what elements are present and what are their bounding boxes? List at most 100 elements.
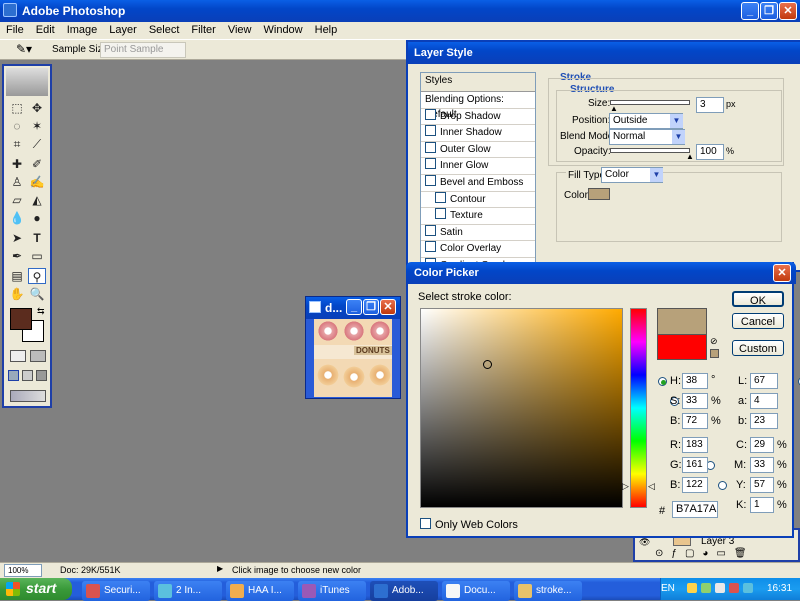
style-item-checkbox[interactable] bbox=[425, 108, 436, 120]
menu-image[interactable]: Image bbox=[61, 22, 104, 36]
document-canvas[interactable]: DONUTS bbox=[314, 319, 392, 397]
screen-mode-standard-icon[interactable] bbox=[8, 370, 19, 381]
style-item-checkbox[interactable] bbox=[425, 224, 436, 236]
notes-icon[interactable]: ▤ bbox=[8, 268, 26, 284]
saturation-brightness-field[interactable] bbox=[420, 308, 623, 508]
minimize-button[interactable]: _ bbox=[741, 2, 759, 20]
ok-button[interactable]: OK bbox=[732, 291, 784, 307]
magic-wand-icon[interactable]: ✶ bbox=[28, 118, 46, 134]
standard-mode-icon[interactable] bbox=[10, 350, 26, 362]
style-item-checkbox[interactable] bbox=[435, 208, 446, 220]
color-picker-close-button[interactable]: ✕ bbox=[773, 264, 791, 282]
swap-colors-icon[interactable]: ⇆ bbox=[37, 306, 45, 317]
position-dropdown-icon[interactable]: ▼ bbox=[670, 114, 683, 128]
size-slider[interactable] bbox=[610, 100, 690, 105]
magenta-input[interactable]: 33 bbox=[750, 457, 774, 473]
brush-icon[interactable]: ✐ bbox=[28, 156, 46, 172]
history-brush-icon[interactable]: ✍ bbox=[28, 174, 46, 190]
eyedropper-tool-icon[interactable]: ⚲ bbox=[28, 268, 46, 284]
stroke-color-swatch[interactable] bbox=[588, 188, 610, 200]
black-input[interactable]: 1 bbox=[750, 497, 774, 513]
b-channel-input[interactable]: 23 bbox=[750, 413, 778, 429]
path-select-icon[interactable]: ➤ bbox=[8, 230, 26, 246]
size-slider-thumb[interactable]: ▲ bbox=[610, 104, 618, 113]
healing-brush-icon[interactable]: ✚ bbox=[8, 156, 26, 172]
brightness-input[interactable]: 72 bbox=[682, 413, 708, 429]
style-item-checkbox[interactable] bbox=[435, 191, 446, 203]
style-item[interactable]: Satin bbox=[421, 224, 535, 242]
slice-icon[interactable]: ⟋ bbox=[28, 136, 46, 152]
blend-mode-dropdown-icon[interactable]: ▼ bbox=[672, 130, 685, 144]
style-item[interactable]: Outer Glow bbox=[421, 141, 535, 159]
hue-input[interactable]: 38 bbox=[682, 373, 708, 389]
menu-view[interactable]: View bbox=[222, 22, 258, 36]
only-web-colors-box[interactable] bbox=[420, 518, 431, 529]
size-input[interactable]: 3 bbox=[696, 97, 724, 113]
menu-select[interactable]: Select bbox=[143, 22, 186, 36]
eraser-icon[interactable]: ▱ bbox=[8, 192, 26, 208]
style-item-checkbox[interactable] bbox=[425, 125, 436, 137]
taskbar-button[interactable]: HAA I... bbox=[226, 581, 294, 601]
opacity-slider-thumb[interactable]: ▲ bbox=[686, 152, 694, 161]
zoom-icon[interactable]: 🔍 bbox=[28, 286, 46, 302]
style-item[interactable]: Color Overlay bbox=[421, 241, 535, 258]
status-arrow-icon[interactable]: ▶ bbox=[217, 564, 223, 573]
style-item[interactable]: Inner Glow bbox=[421, 158, 535, 175]
menu-filter[interactable]: Filter bbox=[185, 22, 221, 36]
screen-mode-full-icon[interactable] bbox=[36, 370, 47, 381]
hex-input[interactable]: B7A17A bbox=[672, 501, 718, 518]
taskbar-button[interactable]: Securi... bbox=[82, 581, 150, 601]
hand-icon[interactable]: ✋ bbox=[8, 286, 26, 302]
cancel-button[interactable]: Cancel bbox=[732, 313, 784, 329]
opacity-input[interactable]: 100 bbox=[696, 144, 724, 160]
hue-arrow-right-icon[interactable]: ◁ bbox=[648, 481, 655, 492]
saturation-input[interactable]: 33 bbox=[682, 393, 708, 409]
start-button[interactable]: start bbox=[0, 578, 72, 600]
hue-slider[interactable] bbox=[630, 308, 647, 508]
style-item-checkbox[interactable] bbox=[425, 241, 436, 253]
style-item-checkbox[interactable] bbox=[425, 174, 436, 186]
cyan-input[interactable]: 29 bbox=[750, 437, 774, 453]
taskbar-button[interactable]: Adob... bbox=[370, 581, 438, 601]
style-item[interactable]: Contour bbox=[421, 191, 535, 209]
menu-help[interactable]: Help bbox=[309, 22, 344, 36]
style-item[interactable]: Drop Shadow bbox=[421, 108, 535, 126]
only-web-colors-checkbox[interactable]: Only Web Colors bbox=[420, 518, 518, 531]
color-cursor-icon[interactable] bbox=[482, 360, 492, 369]
opacity-slider[interactable] bbox=[610, 148, 690, 153]
gamut-warning-icon[interactable]: ⊘ bbox=[710, 336, 718, 347]
maximize-button[interactable]: ❐ bbox=[760, 2, 778, 20]
menu-file[interactable]: File bbox=[0, 22, 30, 36]
yellow-input[interactable]: 57 bbox=[750, 477, 774, 493]
taskbar-button[interactable]: stroke... bbox=[514, 581, 582, 601]
menu-edit[interactable]: Edit bbox=[30, 22, 61, 36]
document-close-button[interactable]: ✕ bbox=[380, 299, 396, 315]
pen-icon[interactable]: ✒ bbox=[8, 248, 26, 264]
lightness-input[interactable]: 67 bbox=[750, 373, 778, 389]
type-icon[interactable]: T bbox=[28, 230, 46, 246]
marquee-icon[interactable]: ⬚ bbox=[8, 100, 26, 116]
current-color-swatch[interactable] bbox=[657, 334, 707, 360]
move-icon[interactable]: ✥ bbox=[28, 100, 46, 116]
custom-button[interactable]: Custom bbox=[732, 340, 784, 356]
hue-radio[interactable] bbox=[658, 377, 667, 386]
zoom-level[interactable]: 100% bbox=[4, 564, 42, 577]
style-item[interactable]: Inner Shadow bbox=[421, 125, 535, 142]
red-input[interactable]: 183 bbox=[682, 437, 708, 453]
bucket-icon[interactable]: ◭ bbox=[28, 192, 46, 208]
style-item-checkbox[interactable] bbox=[425, 158, 436, 170]
blur-icon[interactable]: 💧 bbox=[8, 210, 26, 226]
style-item[interactable]: Texture bbox=[421, 208, 535, 225]
eyedropper-icon[interactable]: ✎▾ bbox=[16, 42, 32, 56]
dodge-icon[interactable]: ● bbox=[28, 210, 46, 226]
taskbar-button[interactable]: iTunes bbox=[298, 581, 366, 601]
menu-layer[interactable]: Layer bbox=[103, 22, 143, 36]
web-safe-swatch[interactable] bbox=[710, 349, 719, 358]
tray-icon-5[interactable] bbox=[743, 583, 753, 593]
document-minimize-button[interactable]: _ bbox=[346, 299, 362, 315]
quickmask-mode-icon[interactable] bbox=[30, 350, 46, 362]
stamp-icon[interactable]: ♙ bbox=[8, 174, 26, 190]
imageready-icon[interactable] bbox=[10, 390, 46, 402]
tray-icon-4[interactable] bbox=[729, 583, 739, 593]
language-indicator[interactable]: EN bbox=[661, 583, 675, 594]
